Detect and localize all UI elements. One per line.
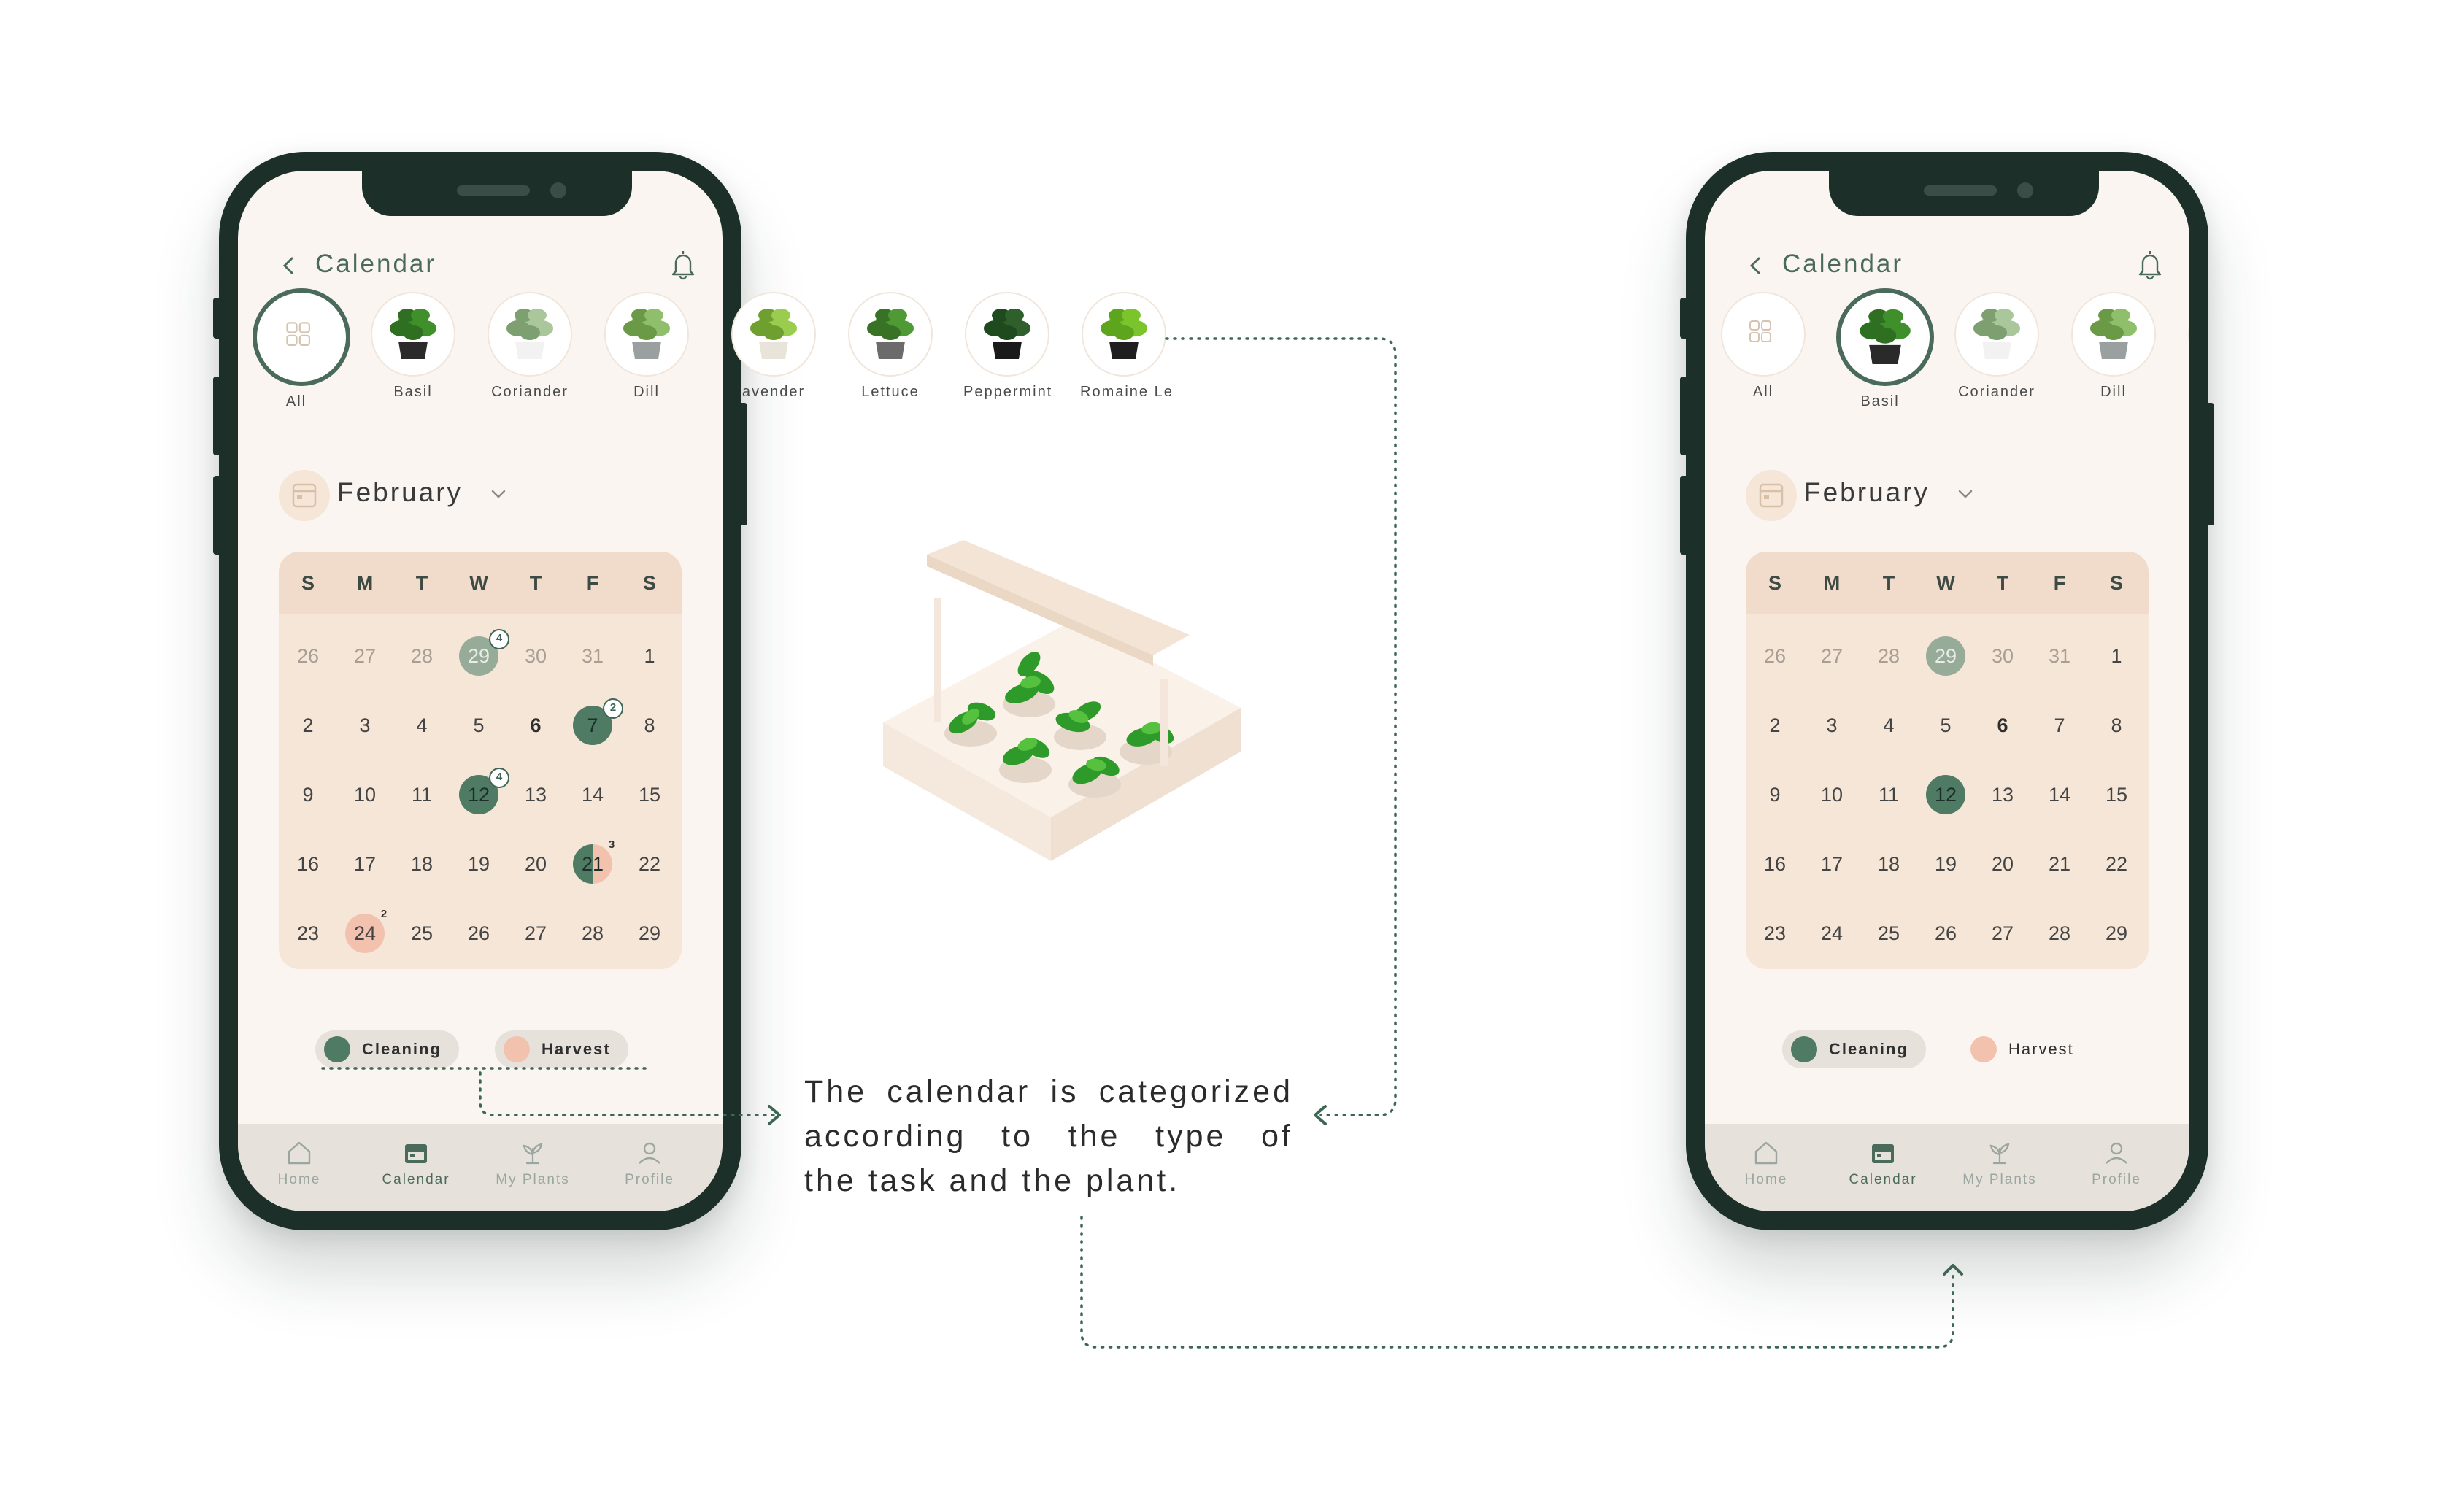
- day-number: 6: [530, 714, 542, 736]
- caption-word: categorized: [1098, 1074, 1293, 1109]
- day-number: 6: [1997, 714, 2008, 736]
- day-number: 23: [296, 922, 320, 944]
- day-number: 24: [353, 922, 377, 944]
- caption-line-1: The calendar is categorized: [804, 1070, 1293, 1114]
- day-number: 8: [2111, 714, 2122, 736]
- arrow-up-icon: [1943, 1264, 1963, 1276]
- caption-word: to: [1001, 1119, 1033, 1154]
- day-number: 27: [353, 645, 377, 667]
- caption-word: the: [1068, 1119, 1121, 1154]
- caption-word: type: [1155, 1119, 1227, 1154]
- day-number: 22: [2105, 853, 2128, 875]
- day-number: 29: [1934, 645, 1957, 667]
- day-number: 3: [1826, 714, 1838, 736]
- day-number: 19: [1934, 853, 1957, 875]
- day-number: 1: [644, 645, 655, 667]
- day-number: 7: [587, 714, 598, 736]
- day-number: 5: [1940, 714, 1952, 736]
- day-number: 31: [2048, 645, 2071, 667]
- day-number: 31: [581, 645, 604, 667]
- day-number: 27: [1820, 645, 1844, 667]
- day-number: 22: [638, 853, 661, 875]
- day-number: 4: [416, 714, 428, 736]
- day-number: 28: [2048, 922, 2071, 944]
- day-number: 20: [524, 853, 547, 875]
- day-number: 26: [1763, 645, 1787, 667]
- day-number: 28: [1877, 645, 1900, 667]
- day-number: 23: [1763, 922, 1787, 944]
- day-number: 1: [2111, 645, 2122, 667]
- day-number: 8: [644, 714, 655, 736]
- day-number: 29: [2105, 922, 2128, 944]
- caption-word: of: [1261, 1119, 1293, 1154]
- day-number: 28: [410, 645, 434, 667]
- caption-line-2: according to the type of: [804, 1114, 1293, 1159]
- day-number: 26: [296, 645, 320, 667]
- arrow-left-icon: [1314, 1105, 1327, 1125]
- day-number: 13: [524, 784, 547, 806]
- day-number: 18: [1877, 853, 1900, 875]
- day-number: 2: [1769, 714, 1781, 736]
- day-number: 15: [638, 784, 661, 806]
- day-number: 9: [1769, 784, 1781, 806]
- day-number: 20: [1991, 853, 2014, 875]
- caption-line-3: the task and the plant.: [804, 1163, 1181, 1198]
- day-number: 2: [302, 714, 314, 736]
- dotted-connectors: [321, 337, 1963, 1349]
- day-number: 14: [2048, 784, 2071, 806]
- day-number: 17: [1820, 853, 1844, 875]
- day-number: 4: [1883, 714, 1895, 736]
- task-count-badge: 3: [608, 838, 615, 851]
- day-number: 11: [411, 784, 433, 806]
- day-number: 30: [524, 645, 547, 667]
- day-number: 25: [1877, 922, 1900, 944]
- day-number: 24: [1820, 922, 1844, 944]
- caption-text: The calendar is categorized according to…: [804, 1070, 1293, 1203]
- day-number: 17: [353, 853, 377, 875]
- day-number: 30: [1991, 645, 2014, 667]
- day-number: 21: [581, 853, 604, 875]
- day-number: 11: [1878, 784, 1900, 806]
- day-number: 18: [410, 853, 434, 875]
- day-number: 16: [1763, 853, 1787, 875]
- day-number: 27: [524, 922, 547, 944]
- day-number: 28: [581, 922, 604, 944]
- day-number: 15: [2105, 784, 2128, 806]
- caption-word: calendar: [887, 1074, 1031, 1109]
- day-number: 9: [302, 784, 314, 806]
- day-number: 12: [1934, 784, 1957, 806]
- day-number: 7: [2054, 714, 2065, 736]
- task-count-badge: 4: [489, 629, 509, 649]
- day-number: 10: [353, 784, 377, 806]
- day-number: 3: [359, 714, 371, 736]
- day-number: 10: [1820, 784, 1844, 806]
- day-number: 26: [1934, 922, 1957, 944]
- day-number: 29: [467, 645, 490, 667]
- day-number: 26: [467, 922, 490, 944]
- task-count-badge: 2: [603, 698, 623, 719]
- day-number: 16: [296, 853, 320, 875]
- day-number: 25: [410, 922, 434, 944]
- task-count-badge: 2: [380, 908, 388, 920]
- day-number: 29: [638, 922, 661, 944]
- day-number: 5: [473, 714, 485, 736]
- task-count-badge: 4: [489, 768, 509, 788]
- caption-word: according: [804, 1119, 967, 1154]
- day-number: 19: [467, 853, 490, 875]
- caption-word: is: [1050, 1074, 1079, 1109]
- day-number: 14: [581, 784, 604, 806]
- day-number: 21: [2048, 853, 2071, 875]
- day-number: 13: [1991, 784, 2014, 806]
- day-number: 27: [1991, 922, 2014, 944]
- caption-word: The: [804, 1074, 868, 1109]
- day-number: 12: [467, 784, 490, 806]
